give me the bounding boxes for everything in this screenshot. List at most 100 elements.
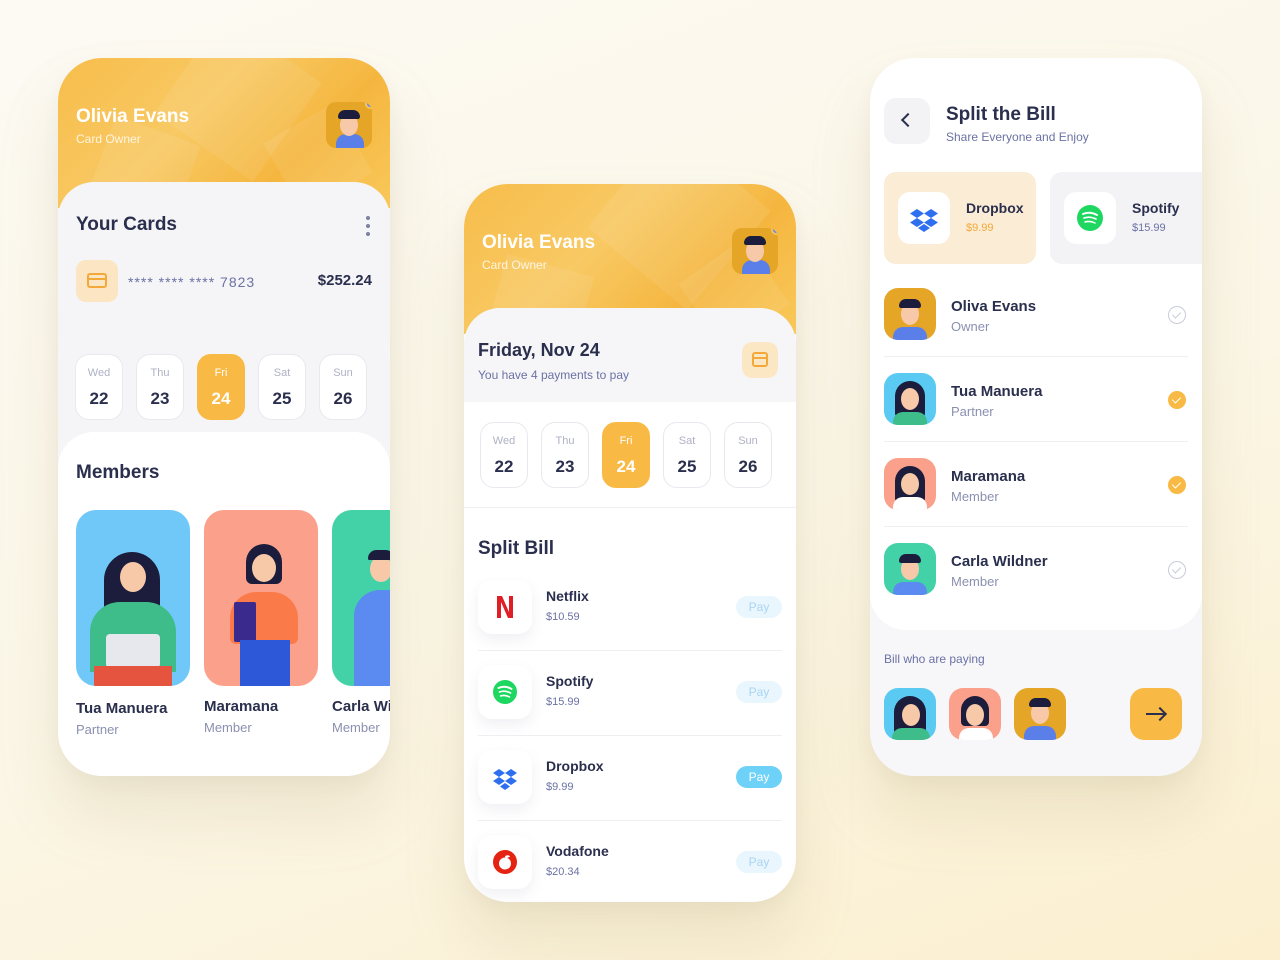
bill-name: Spotify	[546, 673, 594, 689]
check-icon[interactable]	[1168, 306, 1186, 324]
date-weekday: Wed	[492, 435, 516, 447]
date-weekday: Fri	[619, 435, 633, 447]
owner-role: Card Owner	[76, 132, 141, 146]
continue-button[interactable]	[1130, 688, 1182, 740]
date-22[interactable]: Wed 22	[480, 422, 528, 488]
member-role: Member	[332, 720, 380, 735]
avatar	[884, 373, 936, 425]
check-icon[interactable]	[1168, 391, 1186, 409]
page-title: Split the Bill	[946, 104, 1056, 125]
member-name: Tua Manuera	[76, 700, 168, 717]
bill-price: $15.99	[546, 696, 580, 708]
pay-button[interactable]: Pay	[736, 681, 782, 703]
more-options-icon[interactable]	[366, 216, 370, 240]
bill-row-netflix: Netflix $10.59 Pay	[478, 566, 782, 651]
date-number: 23	[555, 457, 575, 476]
arrow-right-icon	[1146, 713, 1164, 715]
avatar[interactable]	[732, 228, 778, 274]
bill-row-dropbox: Dropbox $9.99 Pay	[478, 736, 782, 821]
service-price: $15.99	[1132, 222, 1166, 234]
date-picker: Wed 22 Thu 23 Fri 24 Sat 25 Sun 26	[58, 332, 390, 442]
person-name: Maramana	[951, 468, 1026, 485]
members-section: Members Tua Manuera Partner Maramana Mem…	[58, 432, 390, 776]
service-tile-dropbox[interactable]: Dropbox $9.99	[884, 172, 1036, 264]
date-number: 22	[494, 457, 514, 476]
spotify-icon	[478, 665, 532, 719]
credit-card-icon	[76, 260, 118, 302]
date-picker: Wed 22 Thu 23 Fri 24 Sat 25 Sun 26	[464, 402, 796, 508]
date-weekday: Wed	[87, 367, 111, 379]
person-row[interactable]: Tua Manuera Partner	[884, 357, 1188, 442]
service-name: Spotify	[1132, 200, 1180, 216]
avatar[interactable]	[326, 102, 372, 148]
bill-name: Netflix	[546, 588, 589, 604]
calendar-icon[interactable]	[742, 342, 778, 378]
pay-button[interactable]: Pay	[736, 596, 782, 618]
date-number: 22	[89, 389, 109, 408]
person-role: Member	[951, 574, 999, 589]
person-name: Tua Manuera	[951, 383, 1043, 400]
date-weekday: Thu	[150, 367, 170, 379]
date-22[interactable]: Wed 22	[75, 354, 123, 420]
payer-avatar[interactable]	[949, 688, 1001, 740]
payments-summary: You have 4 payments to pay	[478, 368, 629, 382]
split-bill-screen: Olivia Evans Card Owner Friday, Nov 24 Y…	[464, 184, 796, 902]
date-number: 26	[738, 457, 758, 476]
dropbox-icon	[478, 750, 532, 804]
section-title: Members	[76, 462, 160, 483]
check-icon[interactable]	[1168, 476, 1186, 494]
date-25[interactable]: Sat 25	[258, 354, 306, 420]
date-number: 25	[677, 457, 697, 476]
member-name: Maramana	[204, 698, 279, 715]
date-25[interactable]: Sat 25	[663, 422, 711, 488]
member-card[interactable]	[76, 510, 190, 686]
date-number: 26	[333, 389, 353, 408]
card-number: **** **** **** 7823	[128, 274, 256, 290]
section-title: Your Cards	[76, 214, 178, 235]
member-card[interactable]	[332, 510, 390, 686]
your-cards-section: Your Cards **** **** **** 7823 $252.24	[58, 182, 390, 342]
member-card[interactable]	[204, 510, 318, 686]
payer-avatar[interactable]	[1014, 688, 1066, 740]
netflix-icon	[478, 580, 532, 634]
check-icon[interactable]	[1168, 561, 1186, 579]
bill-price: $9.99	[546, 781, 574, 793]
service-name: Dropbox	[966, 200, 1024, 216]
chevron-left-icon	[900, 112, 916, 128]
date-23[interactable]: Thu 23	[136, 354, 184, 420]
service-tile-spotify[interactable]: Spotify $15.99	[1050, 172, 1202, 264]
card-balance: $252.24	[317, 272, 372, 289]
bill-name: Vodafone	[546, 843, 609, 859]
online-indicator	[365, 102, 372, 109]
split-the-bill-screen: Split the Bill Share Everyone and Enjoy …	[870, 58, 1202, 776]
paying-label: Bill who are paying	[884, 652, 985, 666]
online-indicator	[771, 228, 778, 235]
date-26[interactable]: Sun 26	[319, 354, 367, 420]
date-26[interactable]: Sun 26	[724, 422, 772, 488]
date-24[interactable]: Fri 24	[602, 422, 650, 488]
split-panel: Split the Bill Share Everyone and Enjoy …	[870, 58, 1202, 630]
owner-role: Card Owner	[482, 258, 547, 272]
date-24[interactable]: Fri 24	[197, 354, 245, 420]
date-23[interactable]: Thu 23	[541, 422, 589, 488]
today-date: Friday, Nov 24	[478, 340, 600, 360]
avatar	[884, 458, 936, 510]
person-role: Member	[951, 489, 999, 504]
date-weekday: Sun	[738, 435, 758, 447]
pay-button[interactable]: Pay	[736, 851, 782, 873]
pay-button[interactable]: Pay	[736, 766, 782, 788]
person-row[interactable]: Carla Wildner Member	[884, 527, 1188, 612]
bill-price: $10.59	[546, 611, 580, 623]
date-weekday: Sun	[333, 367, 353, 379]
bill-row-spotify: Spotify $15.99 Pay	[478, 651, 782, 736]
person-row[interactable]: Maramana Member	[884, 442, 1188, 527]
vodafone-icon	[478, 835, 532, 889]
date-weekday: Sat	[678, 435, 696, 447]
member-role: Member	[204, 720, 252, 735]
cards-screen: Olivia Evans Card Owner Your Cards **** …	[58, 58, 390, 776]
payer-avatar[interactable]	[884, 688, 936, 740]
avatar	[884, 288, 936, 340]
person-row[interactable]: Oliva Evans Owner	[884, 272, 1188, 357]
back-button[interactable]	[884, 98, 930, 144]
page-subtitle: Share Everyone and Enjoy	[946, 130, 1089, 144]
